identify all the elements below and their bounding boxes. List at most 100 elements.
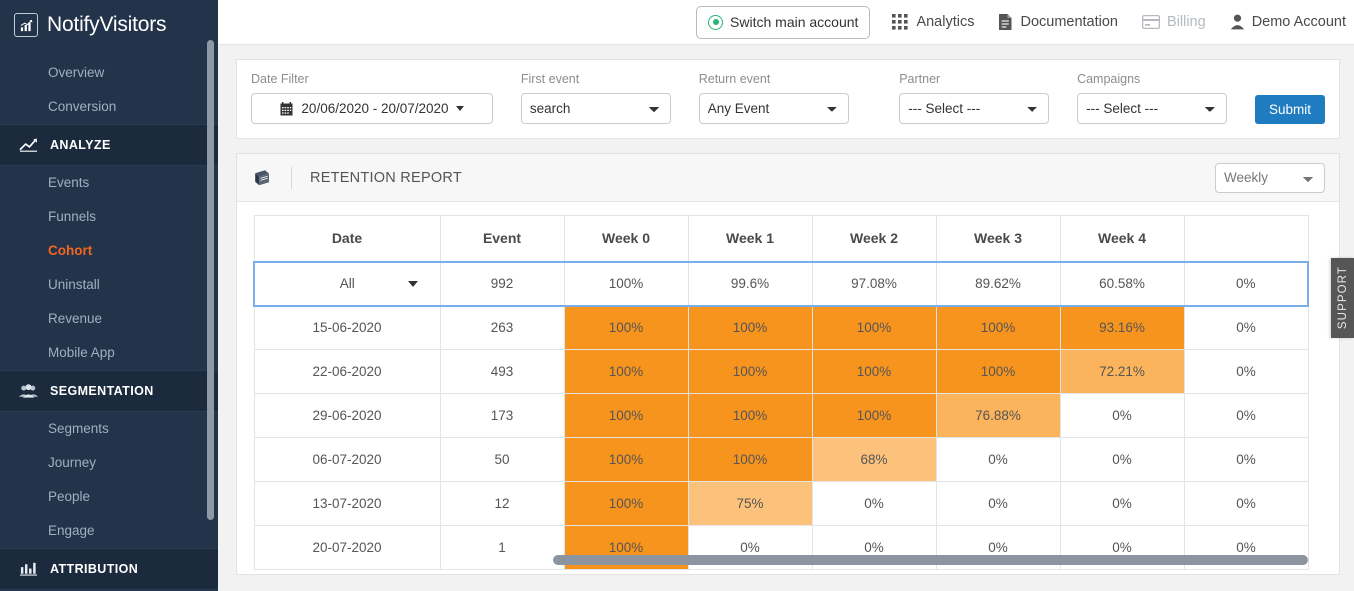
return-event-field: Return event Any Event bbox=[698, 72, 849, 124]
nav-documentation[interactable]: Documentation bbox=[998, 13, 1118, 31]
nav-billing-label: Billing bbox=[1167, 14, 1206, 30]
nav-demo-account[interactable]: Demo Account bbox=[1230, 14, 1346, 30]
switch-main-account-button[interactable]: Switch main account bbox=[696, 5, 871, 39]
bar-chart-icon bbox=[14, 13, 38, 37]
row-week-3: 100% bbox=[935, 349, 1061, 394]
row-week-2: 100% bbox=[811, 349, 937, 394]
sidebar-item-revenue[interactable]: Revenue bbox=[0, 302, 218, 336]
row-week-0: 100% bbox=[563, 437, 689, 482]
col-header-extra bbox=[1183, 215, 1309, 262]
row-week-5: 0% bbox=[1183, 437, 1309, 482]
summary-date-dropdown[interactable]: All bbox=[253, 260, 441, 307]
sidebar-item-overview[interactable]: Overview bbox=[0, 56, 218, 90]
sidebar-item-cohort[interactable]: Cohort bbox=[0, 234, 218, 268]
table-horizontal-scrollbar[interactable] bbox=[553, 555, 1308, 565]
row-week-1: 100% bbox=[687, 393, 813, 438]
date-filter-label: Date Filter bbox=[251, 72, 309, 86]
row-week-0: 100% bbox=[563, 393, 689, 438]
row-week-2: 100% bbox=[811, 305, 937, 350]
sidebar-item-journey[interactable]: Journey bbox=[0, 446, 218, 480]
row-week-3: 0% bbox=[935, 437, 1061, 482]
row-week-5: 0% bbox=[1183, 305, 1309, 350]
col-header-date: Date bbox=[253, 215, 441, 262]
summary-week-5: 0% bbox=[1183, 260, 1309, 307]
summary-week-0: 100% bbox=[563, 260, 689, 307]
cohort-table-body: All 992 100% 99.6% 97.08% 89.62% 60.58% … bbox=[253, 260, 1309, 570]
sidebar-section-segmentation[interactable]: SEGMENTATION bbox=[0, 370, 218, 412]
sidebar-item-uninstall[interactable]: Uninstall bbox=[0, 268, 218, 302]
sidebar-section-segmentation-label: SEGMENTATION bbox=[50, 384, 154, 398]
row-week-2: 68% bbox=[811, 437, 937, 482]
submit-button[interactable]: Submit bbox=[1254, 95, 1325, 124]
row-event: 173 bbox=[439, 393, 565, 438]
campaigns-field: Campaigns --- Select --- bbox=[1077, 72, 1228, 124]
sidebar-item-funnels[interactable]: Funnels bbox=[0, 200, 218, 234]
col-header-event: Event bbox=[439, 215, 565, 262]
sidebar-item-events[interactable]: Events bbox=[0, 166, 218, 200]
radio-dot-icon bbox=[708, 14, 724, 30]
people-icon bbox=[16, 383, 40, 399]
row-week-1: 100% bbox=[687, 305, 813, 350]
row-week-0: 100% bbox=[563, 305, 689, 350]
sidebar-section-analyze[interactable]: ANALYZE bbox=[0, 124, 218, 166]
page-title: RETENTION REPORT bbox=[310, 169, 462, 186]
report-header: RETENTION REPORT Weekly bbox=[237, 154, 1339, 202]
brand-logo-area[interactable]: NotifyVisitors bbox=[0, 0, 218, 50]
row-week-1: 75% bbox=[687, 481, 813, 526]
row-date: 20-07-2020 bbox=[253, 525, 441, 570]
campaigns-select[interactable]: --- Select --- bbox=[1077, 93, 1228, 124]
return-event-select[interactable]: Any Event bbox=[698, 93, 849, 124]
row-date: 13-07-2020 bbox=[253, 481, 441, 526]
col-header-week-1: Week 1 bbox=[687, 215, 813, 262]
summary-week-1: 99.6% bbox=[687, 260, 813, 307]
calendar-icon bbox=[280, 101, 293, 116]
cohort-table-head: Date Event Week 0 Week 1 Week 2 Week 3 W… bbox=[253, 215, 1309, 262]
row-event: 12 bbox=[439, 481, 565, 526]
row-week-4: 72.21% bbox=[1059, 349, 1185, 394]
summary-week-3: 89.62% bbox=[935, 260, 1061, 307]
user-icon bbox=[1230, 14, 1245, 30]
sidebar-item-segments[interactable]: Segments bbox=[0, 412, 218, 446]
table-summary-row: All 992 100% 99.6% 97.08% 89.62% 60.58% … bbox=[253, 260, 1309, 307]
row-week-5: 0% bbox=[1183, 349, 1309, 394]
cohort-table-wrapper: Date Event Week 0 Week 1 Week 2 Week 3 W… bbox=[237, 202, 1339, 570]
filter-bar: Date Filter 20/06/2020 - 20/07/2020 Firs… bbox=[236, 59, 1340, 139]
row-week-4: 0% bbox=[1059, 437, 1185, 482]
card-icon bbox=[1142, 15, 1160, 29]
chevron-down-icon bbox=[455, 106, 464, 111]
col-header-week-4: Week 4 bbox=[1059, 215, 1185, 262]
summary-date-value: All bbox=[339, 276, 355, 291]
table-header-row: Date Event Week 0 Week 1 Week 2 Week 3 W… bbox=[253, 215, 1309, 262]
support-tab[interactable]: SUPPORT bbox=[1331, 258, 1354, 338]
row-week-2: 0% bbox=[811, 481, 937, 526]
switch-main-account-label: Switch main account bbox=[730, 14, 859, 30]
main-content: Switch main account Analytics Documentat… bbox=[218, 0, 1354, 591]
sidebar-item-mobile-app[interactable]: Mobile App bbox=[0, 336, 218, 370]
document-icon bbox=[998, 13, 1013, 31]
return-event-label: Return event bbox=[698, 72, 771, 86]
sidebar-nav: Overview Conversion ANALYZE Events Funne… bbox=[0, 50, 218, 590]
row-date: 22-06-2020 bbox=[253, 349, 441, 394]
book-icon bbox=[253, 169, 271, 187]
brand-name-2: Visitors bbox=[99, 13, 167, 36]
sidebar-item-engage[interactable]: Engage bbox=[0, 514, 218, 548]
app-root: NotifyVisitors Overview Conversion ANALY… bbox=[0, 0, 1354, 591]
table-row: 29-06-2020 173 100% 100% 100% 76.88% 0% … bbox=[253, 393, 1309, 438]
campaigns-label: Campaigns bbox=[1077, 72, 1141, 86]
sidebar-scrollbar[interactable] bbox=[207, 40, 214, 520]
period-select[interactable]: Weekly bbox=[1215, 162, 1325, 193]
date-filter-field: Date Filter 20/06/2020 - 20/07/2020 bbox=[251, 72, 493, 124]
nav-analytics[interactable]: Analytics bbox=[892, 13, 974, 31]
sidebar-item-people[interactable]: People bbox=[0, 480, 218, 514]
first-event-field: First event search bbox=[520, 72, 671, 124]
partner-label: Partner bbox=[899, 72, 941, 86]
first-event-select[interactable]: search bbox=[520, 93, 671, 124]
row-week-4: 0% bbox=[1059, 393, 1185, 438]
nav-billing[interactable]: Billing bbox=[1142, 14, 1206, 30]
sidebar-section-attribution[interactable]: ATTRIBUTION bbox=[0, 548, 218, 590]
sidebar-item-conversion[interactable]: Conversion bbox=[0, 90, 218, 124]
row-week-4: 93.16% bbox=[1059, 305, 1185, 350]
chevron-down-icon bbox=[407, 280, 418, 287]
partner-select[interactable]: --- Select --- bbox=[899, 93, 1050, 124]
date-range-picker[interactable]: 20/06/2020 - 20/07/2020 bbox=[251, 93, 493, 124]
